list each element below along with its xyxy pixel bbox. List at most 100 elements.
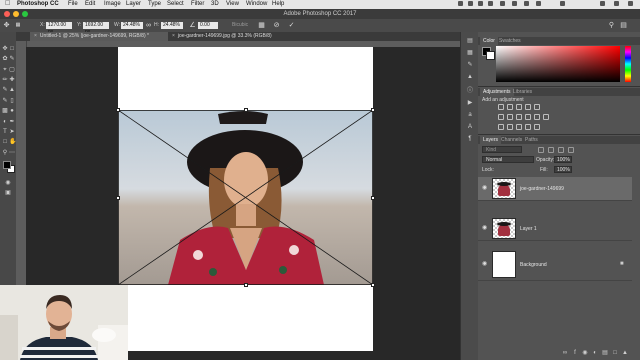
channel-mixer-icon[interactable] — [534, 114, 540, 120]
menu-window[interactable]: Window — [246, 1, 267, 8]
transform-handle-top-right[interactable] — [371, 108, 375, 112]
clock-icon[interactable] — [560, 1, 565, 6]
foreground-color-swatch[interactable] — [3, 161, 11, 169]
hue-slider[interactable] — [625, 46, 631, 82]
opacity-field[interactable]: 100% — [554, 156, 572, 163]
selective-color-icon[interactable] — [534, 124, 540, 130]
gradient-tool-icon[interactable]: ▩ — [2, 108, 8, 114]
transform-handle-top[interactable] — [244, 108, 248, 112]
layer-row-joe-gardner[interactable]: ◉ joe-gardner-149699 — [478, 177, 632, 201]
clone-source-icon[interactable]: ▲ — [467, 74, 473, 80]
properties-panel-icon[interactable]: ▦ — [467, 50, 473, 56]
search-icon[interactable]: ⚲ — [608, 22, 615, 29]
menu-view[interactable]: View — [226, 1, 239, 8]
filter-pixel-icon[interactable] — [538, 147, 544, 153]
transform-handle-bottom[interactable] — [244, 283, 248, 287]
visibility-eye-icon[interactable]: ◉ — [482, 225, 488, 231]
type-tool-icon[interactable]: T — [2, 129, 8, 135]
fill-field[interactable]: 100% — [554, 166, 572, 173]
zoom-tool-icon[interactable]: ⚲ — [2, 150, 8, 156]
spot-healing-tool-icon[interactable]: ✚ — [9, 77, 15, 83]
interpolation-select[interactable]: Bicubic — [232, 22, 248, 29]
levels-icon[interactable] — [507, 104, 513, 110]
brush-panel-icon[interactable]: ✎ — [467, 62, 473, 68]
hue-saturation-icon[interactable] — [498, 114, 504, 120]
layer-row-layer-1[interactable]: ◉ Layer 1 — [478, 217, 632, 241]
layer-style-icon[interactable]: f — [572, 350, 578, 356]
reference-point-icon[interactable]: ▦ — [14, 22, 22, 29]
menu-file[interactable]: File — [68, 1, 78, 8]
close-tab-icon[interactable]: × — [172, 33, 175, 39]
exposure-icon[interactable] — [525, 104, 531, 110]
dodge-tool-icon[interactable]: ◐ — [2, 119, 8, 125]
paragraph-panel-icon[interactable]: ¶ — [467, 136, 473, 142]
rectangle-tool-icon[interactable]: □ — [2, 139, 8, 145]
marquee-tool-icon[interactable]: □ — [9, 46, 15, 52]
glyphs-panel-icon[interactable]: a — [467, 112, 473, 118]
vibrance-icon[interactable] — [534, 104, 540, 110]
frame-tool-icon[interactable]: ▢ — [9, 67, 15, 73]
path-selection-tool-icon[interactable]: ➤ — [9, 129, 15, 135]
filter-type-icon[interactable] — [558, 147, 564, 153]
clone-stamp-tool-icon[interactable]: ▲ — [9, 87, 15, 93]
info-panel-icon[interactable]: ⓘ — [467, 88, 473, 94]
photo-filter-icon[interactable] — [525, 114, 531, 120]
transform-handle-top-left[interactable] — [116, 108, 120, 112]
commit-transform-icon[interactable]: ✓ — [288, 22, 295, 29]
transform-handle-bottom-right[interactable] — [371, 283, 375, 287]
hand-tool-icon[interactable]: ✋ — [9, 139, 16, 145]
black-white-icon[interactable] — [516, 114, 522, 120]
curves-icon[interactable] — [516, 104, 522, 110]
dropbox-icon[interactable] — [458, 1, 463, 6]
invert-icon[interactable] — [498, 124, 504, 130]
eraser-tool-icon[interactable]: ▯ — [9, 98, 15, 104]
menu-image[interactable]: Image — [104, 1, 121, 8]
apple-icon[interactable]:  — [5, 0, 10, 7]
airplay-icon[interactable] — [500, 1, 505, 6]
pen-tool-icon[interactable]: ✒ — [9, 119, 15, 125]
actions-panel-icon[interactable]: ▶ — [467, 100, 473, 106]
height-field[interactable]: 24.48% — [161, 22, 183, 29]
tab-libraries[interactable]: Libraries — [510, 88, 535, 96]
color-field[interactable] — [496, 46, 620, 82]
posterize-icon[interactable] — [507, 124, 513, 130]
warp-icon[interactable]: ▦ — [258, 22, 265, 29]
layer-filter-kind[interactable]: Kind — [482, 146, 522, 153]
delete-layer-icon[interactable]: ▲ — [622, 350, 628, 356]
brightness-contrast-icon[interactable] — [498, 104, 504, 110]
panel-background-swatch[interactable] — [486, 51, 495, 60]
lasso-tool-icon[interactable]: ✿ — [2, 56, 8, 62]
battery-icon[interactable] — [536, 1, 541, 6]
brush-tool-icon[interactable]: ✎ — [2, 87, 8, 93]
move-tool-icon[interactable]: ✥ — [2, 46, 8, 52]
tab-adjustments[interactable]: Adjustments — [480, 88, 514, 96]
menu-help[interactable]: Help — [272, 1, 284, 8]
character-panel-icon[interactable]: A — [467, 124, 473, 130]
cloud-icon[interactable] — [478, 1, 483, 6]
blend-mode-select[interactable]: Normal — [482, 156, 534, 163]
volume-icon[interactable] — [512, 1, 517, 6]
cancel-transform-icon[interactable]: ⊘ — [273, 22, 280, 29]
color-lookup-icon[interactable] — [543, 114, 549, 120]
filter-adjustment-icon[interactable] — [548, 147, 554, 153]
new-group-icon[interactable]: ▤ — [602, 350, 608, 356]
transform-handle-right[interactable] — [371, 196, 375, 200]
color-balance-icon[interactable] — [507, 114, 513, 120]
move-tool-preset-icon[interactable]: ✥ — [3, 22, 10, 29]
creative-cloud-icon[interactable] — [468, 1, 473, 6]
menu-layer[interactable]: Layer — [126, 1, 141, 8]
quick-mask-icon[interactable]: ◉ — [5, 180, 11, 186]
workspace-icon[interactable]: ▤ — [620, 22, 627, 29]
more-tools-icon[interactable]: ⋯ — [9, 150, 15, 156]
tab-untitled-1[interactable]: × Untitled-1 @ 25% (joe-gardner-149699, R… — [30, 32, 168, 41]
new-adjustment-layer-icon[interactable]: ◐ — [592, 350, 598, 356]
gradient-map-icon[interactable] — [525, 124, 531, 130]
threshold-icon[interactable] — [516, 124, 522, 130]
y-field[interactable]: 1692.00 px — [83, 22, 109, 35]
history-brush-tool-icon[interactable]: ✎ — [2, 98, 8, 104]
layer-row-background[interactable]: ◉ Background ■ — [478, 250, 632, 281]
blur-tool-icon[interactable]: ● — [9, 108, 15, 114]
tab-joe-gardner[interactable]: × joe-gardner-149699.jpg @ 33.3% (RGB/8) — [168, 32, 298, 41]
transform-handle-left[interactable] — [116, 196, 120, 200]
visibility-eye-icon[interactable]: ◉ — [482, 261, 488, 267]
